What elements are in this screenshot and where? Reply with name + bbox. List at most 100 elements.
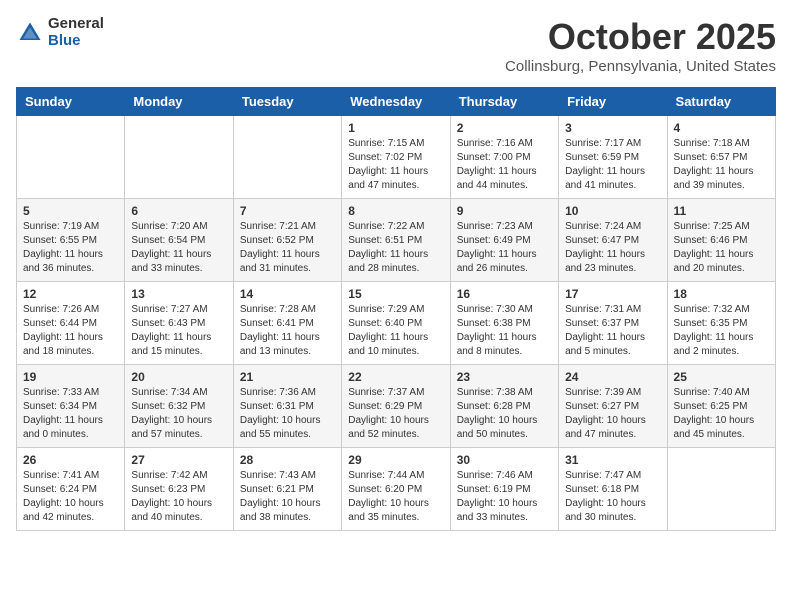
day-info: Sunrise: 7:21 AM Sunset: 6:52 PM Dayligh… bbox=[240, 220, 335, 276]
calendar-week-row: 19 Sunrise: 7:33 AM Sunset: 6:34 PM Dayli… bbox=[17, 365, 776, 448]
calendar-cell: 5 Sunrise: 7:19 AM Sunset: 6:55 PM Daylig… bbox=[17, 199, 125, 282]
day-info: Sunrise: 7:30 AM Sunset: 6:38 PM Dayligh… bbox=[457, 303, 552, 359]
day-number: 28 bbox=[240, 453, 335, 467]
logo: General Blue bbox=[16, 16, 104, 49]
day-info: Sunrise: 7:39 AM Sunset: 6:27 PM Dayligh… bbox=[565, 386, 660, 442]
calendar-cell: 7Sunrise: 7:21 AM Sunset: 6:52 PM Daylig… bbox=[233, 199, 341, 282]
day-number: 17 bbox=[565, 287, 660, 301]
calendar-cell: 6Sunrise: 7:20 AM Sunset: 6:54 PM Daylig… bbox=[125, 199, 233, 282]
day-number: 1 bbox=[348, 121, 443, 135]
calendar-cell: 10Sunrise: 7:24 AM Sunset: 6:47 PM Dayli… bbox=[559, 199, 667, 282]
day-info: Sunrise: 7:34 AM Sunset: 6:32 PM Dayligh… bbox=[131, 386, 226, 442]
day-info: Sunrise: 7:44 AM Sunset: 6:20 PM Dayligh… bbox=[348, 469, 443, 525]
page-header: General Blue October 2025 Collinsburg, P… bbox=[16, 16, 776, 75]
calendar-cell: 28 Sunrise: 7:43 AM Sunset: 6:21 PM Dayli… bbox=[233, 448, 341, 531]
day-number: 22 bbox=[348, 370, 443, 384]
day-info: Sunrise: 7:41 AM Sunset: 6:24 PM Dayligh… bbox=[23, 469, 118, 525]
weekday-header: Monday bbox=[125, 88, 233, 116]
calendar-cell: 25 Sunrise: 7:40 AM Sunset: 6:25 PM Dayli… bbox=[667, 365, 775, 448]
calendar-cell bbox=[17, 116, 125, 199]
calendar-cell: 20 Sunrise: 7:34 AM Sunset: 6:32 PM Dayli… bbox=[125, 365, 233, 448]
day-number: 18 bbox=[674, 287, 769, 301]
day-info: Sunrise: 7:37 AM Sunset: 6:29 PM Dayligh… bbox=[348, 386, 443, 442]
calendar-header-row: SundayMondayTuesdayWednesdayThursdayFrid… bbox=[17, 88, 776, 116]
calendar-cell: 18 Sunrise: 7:32 AM Sunset: 6:35 PM Dayli… bbox=[667, 282, 775, 365]
calendar-cell: 12 Sunrise: 7:26 AM Sunset: 6:44 PM Dayli… bbox=[17, 282, 125, 365]
day-number: 5 bbox=[23, 204, 118, 218]
calendar-week-row: 1 Sunrise: 7:15 AM Sunset: 7:02 PM Daylig… bbox=[17, 116, 776, 199]
weekday-header: Tuesday bbox=[233, 88, 341, 116]
day-number: 11 bbox=[674, 204, 769, 218]
day-number: 30 bbox=[457, 453, 552, 467]
day-info: Sunrise: 7:36 AM Sunset: 6:31 PM Dayligh… bbox=[240, 386, 335, 442]
day-number: 21 bbox=[240, 370, 335, 384]
day-info: Sunrise: 7:33 AM Sunset: 6:34 PM Dayligh… bbox=[23, 386, 118, 442]
day-info: Sunrise: 7:38 AM Sunset: 6:28 PM Dayligh… bbox=[457, 386, 552, 442]
calendar-cell: 11 Sunrise: 7:25 AM Sunset: 6:46 PM Dayli… bbox=[667, 199, 775, 282]
day-number: 31 bbox=[565, 453, 660, 467]
day-info: Sunrise: 7:46 AM Sunset: 6:19 PM Dayligh… bbox=[457, 469, 552, 525]
day-info: Sunrise: 7:43 AM Sunset: 6:21 PM Dayligh… bbox=[240, 469, 335, 525]
day-number: 12 bbox=[23, 287, 118, 301]
day-info: Sunrise: 7:31 AM Sunset: 6:37 PM Dayligh… bbox=[565, 303, 660, 359]
day-number: 25 bbox=[674, 370, 769, 384]
day-number: 13 bbox=[131, 287, 226, 301]
calendar-cell: 21 Sunrise: 7:36 AM Sunset: 6:31 PM Dayli… bbox=[233, 365, 341, 448]
day-number: 3 bbox=[565, 121, 660, 135]
calendar-cell: 26 Sunrise: 7:41 AM Sunset: 6:24 PM Dayli… bbox=[17, 448, 125, 531]
calendar-cell: 4Sunrise: 7:18 AM Sunset: 6:57 PM Daylig… bbox=[667, 116, 775, 199]
day-number: 2 bbox=[457, 121, 552, 135]
day-info: Sunrise: 7:24 AM Sunset: 6:47 PM Dayligh… bbox=[565, 220, 660, 276]
location-title: Collinsburg, Pennsylvania, United States bbox=[505, 58, 776, 75]
day-info: Sunrise: 7:32 AM Sunset: 6:35 PM Dayligh… bbox=[674, 303, 769, 359]
day-info: Sunrise: 7:19 AM Sunset: 6:55 PM Dayligh… bbox=[23, 220, 118, 276]
day-info: Sunrise: 7:18 AM Sunset: 6:57 PM Dayligh… bbox=[674, 137, 769, 193]
calendar-cell: 1 Sunrise: 7:15 AM Sunset: 7:02 PM Daylig… bbox=[342, 116, 450, 199]
day-number: 26 bbox=[23, 453, 118, 467]
day-info: Sunrise: 7:42 AM Sunset: 6:23 PM Dayligh… bbox=[131, 469, 226, 525]
calendar-cell: 23 Sunrise: 7:38 AM Sunset: 6:28 PM Dayli… bbox=[450, 365, 558, 448]
calendar-cell bbox=[125, 116, 233, 199]
calendar-cell: 22 Sunrise: 7:37 AM Sunset: 6:29 PM Dayli… bbox=[342, 365, 450, 448]
calendar-cell bbox=[233, 116, 341, 199]
weekday-header: Friday bbox=[559, 88, 667, 116]
day-number: 8 bbox=[348, 204, 443, 218]
day-number: 29 bbox=[348, 453, 443, 467]
weekday-header: Saturday bbox=[667, 88, 775, 116]
day-number: 9 bbox=[457, 204, 552, 218]
logo-general-text: General bbox=[48, 16, 104, 33]
day-number: 27 bbox=[131, 453, 226, 467]
calendar-cell bbox=[667, 448, 775, 531]
calendar-week-row: 5 Sunrise: 7:19 AM Sunset: 6:55 PM Daylig… bbox=[17, 199, 776, 282]
month-title: October 2025 bbox=[505, 16, 776, 58]
calendar-cell: 24 Sunrise: 7:39 AM Sunset: 6:27 PM Dayli… bbox=[559, 365, 667, 448]
calendar-cell: 16Sunrise: 7:30 AM Sunset: 6:38 PM Dayli… bbox=[450, 282, 558, 365]
calendar-cell: 17 Sunrise: 7:31 AM Sunset: 6:37 PM Dayli… bbox=[559, 282, 667, 365]
day-number: 6 bbox=[131, 204, 226, 218]
calendar-cell: 9Sunrise: 7:23 AM Sunset: 6:49 PM Daylig… bbox=[450, 199, 558, 282]
day-info: Sunrise: 7:17 AM Sunset: 6:59 PM Dayligh… bbox=[565, 137, 660, 193]
calendar-cell: 29 Sunrise: 7:44 AM Sunset: 6:20 PM Dayli… bbox=[342, 448, 450, 531]
weekday-header: Wednesday bbox=[342, 88, 450, 116]
day-number: 14 bbox=[240, 287, 335, 301]
logo-text: General Blue bbox=[48, 16, 104, 49]
day-number: 19 bbox=[23, 370, 118, 384]
calendar-cell: 31 Sunrise: 7:47 AM Sunset: 6:18 PM Dayli… bbox=[559, 448, 667, 531]
day-info: Sunrise: 7:40 AM Sunset: 6:25 PM Dayligh… bbox=[674, 386, 769, 442]
calendar-cell: 3 Sunrise: 7:17 AM Sunset: 6:59 PM Daylig… bbox=[559, 116, 667, 199]
day-number: 20 bbox=[131, 370, 226, 384]
day-info: Sunrise: 7:47 AM Sunset: 6:18 PM Dayligh… bbox=[565, 469, 660, 525]
title-block: October 2025 Collinsburg, Pennsylvania, … bbox=[505, 16, 776, 75]
calendar-week-row: 26 Sunrise: 7:41 AM Sunset: 6:24 PM Dayli… bbox=[17, 448, 776, 531]
day-info: Sunrise: 7:15 AM Sunset: 7:02 PM Dayligh… bbox=[348, 137, 443, 193]
day-info: Sunrise: 7:25 AM Sunset: 6:46 PM Dayligh… bbox=[674, 220, 769, 276]
weekday-header: Thursday bbox=[450, 88, 558, 116]
day-info: Sunrise: 7:26 AM Sunset: 6:44 PM Dayligh… bbox=[23, 303, 118, 359]
day-info: Sunrise: 7:16 AM Sunset: 7:00 PM Dayligh… bbox=[457, 137, 552, 193]
day-number: 24 bbox=[565, 370, 660, 384]
logo-icon bbox=[16, 19, 44, 47]
day-number: 23 bbox=[457, 370, 552, 384]
day-number: 15 bbox=[348, 287, 443, 301]
logo-blue-text: Blue bbox=[48, 33, 104, 50]
calendar-cell: 27 Sunrise: 7:42 AM Sunset: 6:23 PM Dayli… bbox=[125, 448, 233, 531]
